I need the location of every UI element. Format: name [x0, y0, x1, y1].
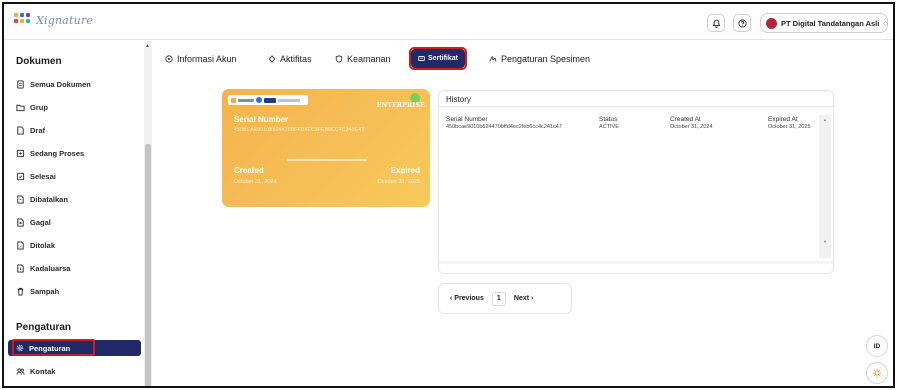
- current-page-button[interactable]: 1: [491, 291, 506, 306]
- history-title: History: [446, 95, 471, 104]
- column-header-created: Created At: [670, 116, 701, 123]
- language-button[interactable]: ID: [866, 335, 888, 357]
- tab-aktifitas[interactable]: Aktifitas: [268, 52, 312, 66]
- sidebar-item-label: Gagal: [30, 217, 51, 227]
- table-cell-serial: 450bcae9010b524470bffd4ec2feb6cc4c241c47: [446, 124, 562, 130]
- sidebar-item-label: Grup: [30, 102, 48, 112]
- sidebar-section-documents: Dokumen: [16, 56, 62, 67]
- trash-icon: [17, 287, 24, 296]
- sidebar-scroll-thumb[interactable]: [145, 144, 151, 386]
- certificate-created-value: October 31, 2024: [234, 179, 277, 185]
- history-horizontal-scrollbar[interactable]: [439, 261, 833, 264]
- sidebar-item-label: Sampah: [30, 286, 60, 296]
- tab-pengaturan-spesimen[interactable]: Pengaturan Spesimen: [489, 52, 590, 66]
- failed-doc-icon: [17, 217, 24, 227]
- sidebar-item-label: Selesai: [30, 171, 56, 181]
- tab-informasi-akun[interactable]: Informasi Akun: [165, 52, 237, 66]
- top-bar: Xignature PT Digital Tandatangan Asli ◇: [4, 4, 893, 40]
- sidebar-item-label: Semua Dokumen: [30, 79, 91, 89]
- organization-selector[interactable]: PT Digital Tandatangan Asli ◇: [760, 13, 888, 33]
- chevron-updown-icon: ◇: [883, 20, 888, 27]
- activity-icon: [268, 55, 276, 63]
- certificate-divider: [287, 159, 367, 161]
- history-scrollbar[interactable]: [819, 115, 831, 258]
- sidebar-item-semua-dokumen[interactable]: Semua Dokumen: [16, 77, 91, 91]
- column-header-expired: Expired At: [768, 116, 798, 123]
- sidebar-item-label: Ditolak: [30, 240, 56, 250]
- sidebar-item-sedang-proses[interactable]: Sedang Proses: [16, 146, 84, 160]
- certificate-serial-value: 450BCAE9010B524470BFFD4EC2FEB6CC4C241C47: [234, 127, 365, 133]
- sidebar-item-label: Kontak: [30, 366, 56, 376]
- logo-text: Xignature: [36, 13, 94, 27]
- sidebar-item-selesai[interactable]: Selesai: [16, 169, 56, 183]
- sidebar-item-label: Sedang Proses: [30, 148, 85, 158]
- info-icon: [165, 55, 173, 63]
- certificate-card: ENTERPRISE Serial Number 450BCAE9010B524…: [222, 89, 430, 207]
- signature-icon: [489, 56, 497, 62]
- certificate-expired-value: October 31, 2025: [377, 179, 420, 185]
- contacts-icon: [16, 367, 25, 375]
- sidebar-item-kadaluarsa[interactable]: Kadaluarsa: [16, 261, 70, 275]
- expired-doc-icon: [17, 263, 24, 273]
- scroll-up-icon[interactable]: ▲: [823, 117, 827, 122]
- sidebar-section-settings: Pengaturan: [16, 322, 72, 333]
- history-panel: History Serial Number Status Created At …: [438, 90, 834, 274]
- sidebar-item-sampah[interactable]: Sampah: [16, 284, 59, 298]
- process-icon: [16, 149, 25, 157]
- sidebar: Dokumen Semua Dokumen Grup Draf Sedang P…: [4, 41, 144, 386]
- column-header-status: Status: [599, 116, 618, 123]
- sidebar-item-label: Dibatalkan: [30, 194, 68, 204]
- highlight-outline: [12, 339, 95, 356]
- help-icon: [737, 18, 747, 28]
- file-icon: [17, 125, 24, 135]
- highlight-outline: [409, 47, 467, 70]
- sun-icon: [872, 368, 882, 378]
- folder-icon: [16, 104, 25, 111]
- tab-keamanan[interactable]: Keamanan: [335, 52, 391, 66]
- sidebar-item-ditolak[interactable]: Ditolak: [16, 238, 55, 252]
- sidebar-item-dibatalkan[interactable]: Dibatalkan: [16, 192, 68, 206]
- certificate-serial-label: Serial Number: [234, 115, 289, 124]
- logo-mark-icon: [14, 13, 32, 27]
- sidebar-item-grup[interactable]: Grup: [16, 100, 48, 114]
- help-button[interactable]: [733, 14, 751, 32]
- rejected-doc-icon: [17, 240, 24, 250]
- scroll-down-icon[interactable]: ▼: [823, 239, 827, 244]
- sidebar-item-label: Kadaluarsa: [30, 263, 71, 273]
- sidebar-item-draf[interactable]: Draf: [16, 123, 45, 137]
- table-cell-status: ACTIVE: [599, 124, 619, 130]
- certificate-expired-label: Expired: [390, 166, 420, 175]
- tab-label: Informasi Akun: [177, 54, 237, 64]
- app-logo[interactable]: Xignature: [14, 13, 93, 27]
- next-page-button[interactable]: Next ›: [514, 295, 533, 302]
- shield-icon: [335, 55, 343, 63]
- done-icon: [16, 172, 25, 180]
- notification-button[interactable]: [707, 14, 725, 32]
- theme-toggle-button[interactable]: [866, 362, 888, 384]
- sidebar-item-gagal[interactable]: Gagal: [16, 215, 51, 229]
- sidebar-item-kontak[interactable]: Kontak: [16, 364, 55, 378]
- org-name: PT Digital Tandatangan Asli: [781, 18, 880, 28]
- certificate-tier-badge: ENTERPRISE: [376, 102, 425, 109]
- certificate-created-label: Created: [234, 166, 264, 175]
- column-header-serial: Serial Number: [446, 116, 488, 123]
- cancel-doc-icon: [17, 194, 24, 204]
- documents-icon: [17, 79, 24, 89]
- pagination: ‹ Previous 1 Next ›: [438, 283, 572, 314]
- bell-icon: [712, 19, 720, 28]
- org-avatar: [766, 17, 777, 29]
- scroll-up-icon[interactable]: ▲: [145, 43, 150, 49]
- certificate-issuer-logos: [228, 95, 308, 105]
- tab-label: Aktifitas: [280, 54, 312, 64]
- table-cell-created: October 31, 2024: [670, 124, 713, 130]
- tab-label: Pengaturan Spesimen: [501, 54, 591, 64]
- previous-page-button[interactable]: ‹ Previous: [450, 295, 484, 302]
- language-label: ID: [873, 342, 881, 350]
- app-frame: Xignature PT Digital Tandatangan Asli ◇ …: [2, 2, 895, 388]
- tab-label: Keamanan: [347, 54, 391, 64]
- sidebar-item-label: Draf: [30, 125, 46, 135]
- table-cell-expired: October 31, 2025: [768, 124, 811, 130]
- divider: [439, 106, 833, 107]
